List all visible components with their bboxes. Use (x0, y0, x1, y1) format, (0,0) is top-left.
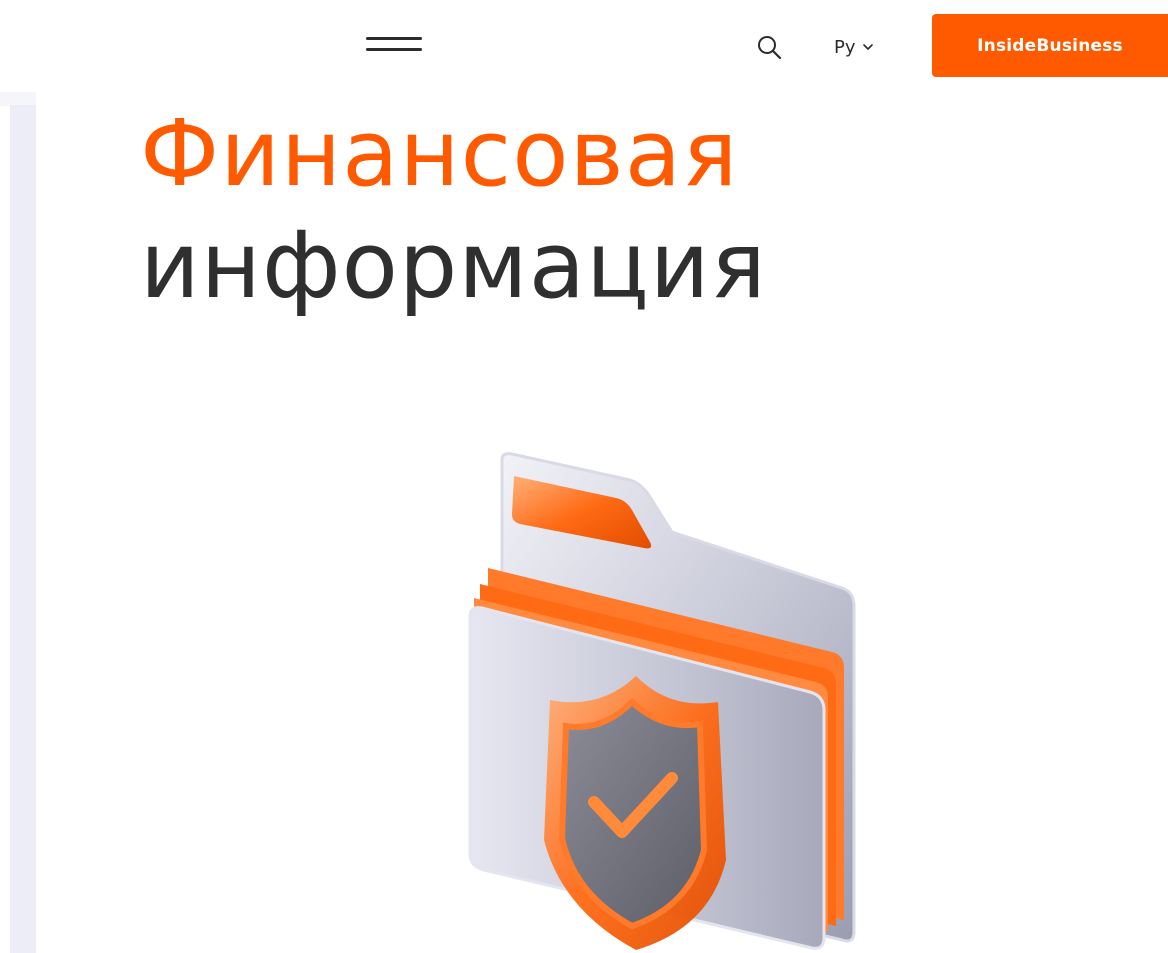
hamburger-menu-icon[interactable] (366, 33, 422, 55)
page: Ру InsideBusiness Финансовая информация (0, 0, 1168, 953)
language-label: Ру (834, 36, 856, 58)
page-title-line2: информация (140, 212, 767, 319)
page-title-line1: Финансовая (140, 100, 739, 207)
hamburger-line (366, 48, 422, 51)
page-title: Финансовая информация (140, 98, 767, 322)
search-icon[interactable] (756, 34, 782, 60)
left-rail-cap (0, 92, 36, 106)
hamburger-line (366, 37, 422, 40)
secure-folder-shield-icon (440, 440, 890, 953)
insidebusiness-button[interactable]: InsideBusiness (932, 14, 1168, 77)
language-selector[interactable]: Ру (834, 34, 874, 60)
chevron-down-icon (862, 44, 873, 50)
left-rail (10, 105, 36, 953)
